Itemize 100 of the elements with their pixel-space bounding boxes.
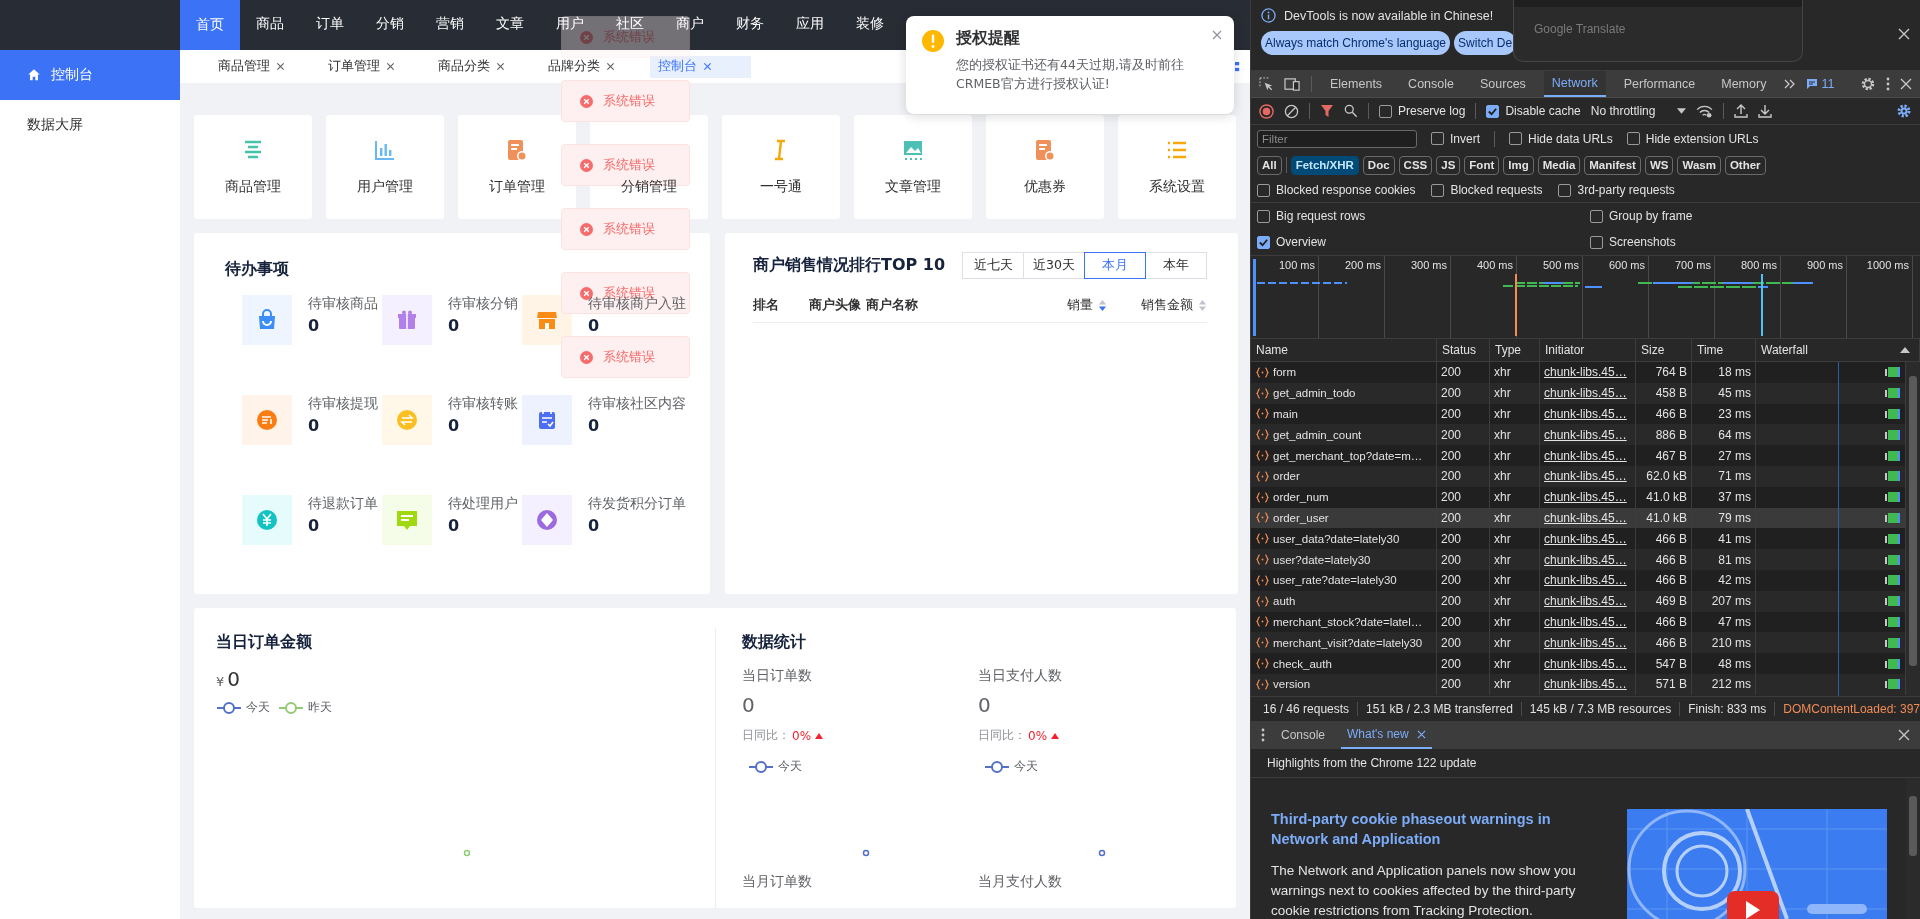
initiator-link[interactable]: chunk-libs.45… xyxy=(1544,531,1627,546)
initiator-link[interactable]: chunk-libs.45… xyxy=(1544,656,1627,671)
type-filter-chip[interactable]: CSS xyxy=(1398,155,1433,175)
request-row[interactable]: check_auth 200 xhr chunk-libs.45… 547 B 48 ms xyxy=(1251,653,1906,674)
shortcut-card[interactable]: 优惠券 xyxy=(986,115,1104,219)
period-tab[interactable]: 近30天 xyxy=(1023,252,1085,279)
page-tab[interactable]: 商品分类 xyxy=(430,55,531,78)
settings-icon[interactable] xyxy=(1896,103,1912,119)
initiator-link[interactable]: chunk-libs.45… xyxy=(1544,365,1627,380)
request-row[interactable]: get_merchant_top?date=m… 200 xhr chunk-libs.45… 467 B 27 ms xyxy=(1251,445,1906,466)
panel-tab[interactable]: Elements xyxy=(1322,71,1391,97)
request-row[interactable]: main 200 xhr chunk-libs.45… 466 B 23 ms xyxy=(1251,403,1906,425)
checkbox-box[interactable] xyxy=(1257,183,1270,197)
initiator-link[interactable]: chunk-libs.45… xyxy=(1544,469,1627,484)
checkbox-box[interactable] xyxy=(1509,132,1522,145)
checkbox-box[interactable] xyxy=(1257,209,1270,223)
column-header[interactable]: Time xyxy=(1692,339,1756,361)
inspect-icon[interactable] xyxy=(1259,76,1274,92)
column-header[interactable]: Initiator xyxy=(1540,339,1636,361)
more-options-icon[interactable] xyxy=(1261,728,1265,742)
nav-item[interactable]: 分销 xyxy=(360,15,420,30)
type-filter-chip[interactable]: Other xyxy=(1724,155,1766,175)
initiator-link[interactable]: chunk-libs.45… xyxy=(1544,594,1627,609)
nav-item[interactable]: 营销 xyxy=(420,15,480,30)
nav-item[interactable]: 商品 xyxy=(240,15,300,30)
nav-item[interactable]: 订单 xyxy=(300,15,360,30)
checkbox-box[interactable] xyxy=(1486,104,1500,118)
request-row[interactable]: form 200 xhr chunk-libs.45… 764 B 18 ms xyxy=(1251,362,1906,383)
column-header[interactable]: Type xyxy=(1490,339,1540,361)
checkbox[interactable]: Preserve log xyxy=(1379,104,1466,118)
column-header[interactable]: Size xyxy=(1636,339,1692,361)
checkbox-box[interactable] xyxy=(1558,183,1572,197)
checkbox[interactable]: Overview xyxy=(1257,235,1590,249)
type-filter-chip[interactable]: Img xyxy=(1503,155,1534,175)
checkbox-box[interactable] xyxy=(1257,235,1270,249)
page-tab[interactable]: 商品管理 xyxy=(210,55,311,78)
checkbox[interactable]: Disable cache xyxy=(1486,104,1581,118)
page-tab[interactable]: 品牌分类 xyxy=(540,55,641,78)
initiator-link[interactable]: chunk-libs.45… xyxy=(1544,490,1627,505)
close-icon[interactable] xyxy=(1900,78,1912,90)
checkbox[interactable]: Big request rows xyxy=(1257,209,1590,223)
initiator-link[interactable]: chunk-libs.45… xyxy=(1544,635,1627,650)
close-icon[interactable] xyxy=(606,62,615,71)
panel-tab[interactable]: Sources xyxy=(1472,71,1534,97)
type-filter-chip[interactable]: Manifest xyxy=(1584,155,1641,175)
shortcut-card[interactable]: 文章管理 xyxy=(854,115,972,219)
filter-icon[interactable] xyxy=(1320,104,1334,118)
request-row[interactable]: merchant_stock?date=latel… 200 xhr chunk-libs.45… 466 B 47 ms xyxy=(1251,611,1906,633)
checkbox[interactable]: Invert xyxy=(1431,131,1480,146)
checkbox[interactable]: 3rd-party requests xyxy=(1558,183,1675,197)
close-icon[interactable] xyxy=(276,62,285,71)
page-tab[interactable]: 订单管理 xyxy=(320,55,421,78)
checkbox[interactable]: Group by frame xyxy=(1590,209,1920,223)
record-icon[interactable] xyxy=(1259,103,1274,119)
filter-field[interactable]: Filter xyxy=(1257,129,1417,148)
more-options-icon[interactable] xyxy=(1886,77,1890,91)
close-icon[interactable] xyxy=(1898,729,1910,741)
todo-icon[interactable] xyxy=(242,295,292,345)
issues-counter[interactable]: 11 xyxy=(1806,77,1835,91)
request-row[interactable]: user_rate?date=lately30 200 xhr chunk-libs.45… 466 B 42 ms xyxy=(1251,569,1906,591)
checkbox-box[interactable] xyxy=(1590,235,1603,249)
checkbox-box[interactable] xyxy=(1626,132,1640,145)
request-row[interactable]: order_user 200 xhr chunk-libs.45… 41.0 kB 79 ms xyxy=(1251,507,1906,529)
more-tabs-icon[interactable] xyxy=(1784,79,1797,89)
checkbox-box[interactable] xyxy=(1379,104,1392,118)
column-header[interactable]: Name xyxy=(1251,339,1437,361)
initiator-link[interactable]: chunk-libs.45… xyxy=(1544,386,1627,401)
type-filter-chip[interactable]: JS xyxy=(1436,155,1461,175)
nav-item[interactable]: 文章 xyxy=(480,15,540,30)
nav-item[interactable]: 首页 xyxy=(180,0,240,50)
type-filter-chip[interactable]: Media xyxy=(1537,155,1581,175)
checkbox[interactable]: Hide data URLs xyxy=(1509,131,1613,146)
type-filter-chip[interactable]: Wasm xyxy=(1677,155,1721,175)
panel-tab[interactable]: Memory xyxy=(1713,71,1775,97)
panel-tab[interactable]: Console xyxy=(1400,71,1462,97)
language-button[interactable]: Always match Chrome's language xyxy=(1261,31,1451,55)
type-filter-chip[interactable]: Font xyxy=(1464,155,1500,175)
initiator-link[interactable]: chunk-libs.45… xyxy=(1544,677,1627,692)
network-conditions-icon[interactable] xyxy=(1696,104,1714,118)
todo-icon[interactable] xyxy=(382,295,432,345)
column-header[interactable]: Status xyxy=(1437,339,1490,361)
panel-tab[interactable]: Performance xyxy=(1615,71,1704,97)
close-icon[interactable] xyxy=(386,62,395,71)
page-tab[interactable]: 控制台 xyxy=(650,55,751,78)
type-filter-chip[interactable]: Fetch/XHR xyxy=(1290,155,1359,175)
initiator-link[interactable]: chunk-libs.45… xyxy=(1544,552,1627,567)
initiator-link[interactable]: chunk-libs.45… xyxy=(1544,427,1627,442)
close-icon[interactable] xyxy=(1898,28,1910,40)
todo-icon[interactable] xyxy=(522,495,572,545)
initiator-link[interactable]: chunk-libs.45… xyxy=(1544,407,1627,421)
sort-icon[interactable] xyxy=(1098,299,1107,312)
checkbox[interactable]: Blocked requests xyxy=(1431,183,1543,197)
checkbox-box[interactable] xyxy=(1431,183,1445,197)
upload-icon[interactable] xyxy=(1734,104,1749,118)
shortcut-card[interactable]: 用户管理 xyxy=(326,115,444,219)
sidebar-item[interactable]: 控制台 xyxy=(0,50,180,100)
search-icon[interactable] xyxy=(1344,104,1358,118)
checkbox-box[interactable] xyxy=(1431,132,1444,145)
settings-icon[interactable] xyxy=(1860,76,1876,92)
request-row[interactable]: order_num 200 xhr chunk-libs.45… 41.0 kB 37 ms xyxy=(1251,486,1906,508)
